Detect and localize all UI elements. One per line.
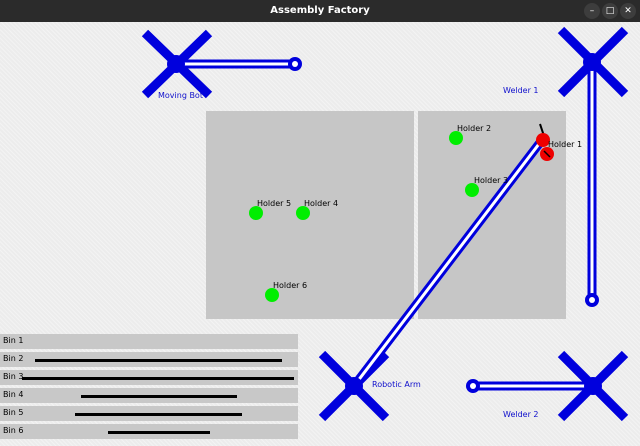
holder-5-label: Holder 5 <box>257 199 291 208</box>
maximize-button[interactable]: □ <box>602 3 618 19</box>
bin-3-part <box>22 377 294 380</box>
bin-6-label: Bin 6 <box>3 426 24 435</box>
holder-2-label: Holder 2 <box>457 124 491 133</box>
window-title: Assembly Factory <box>270 5 370 16</box>
bin-5[interactable]: Bin 5 <box>0 406 298 421</box>
factory-canvas: Moving Bot Welder 1 Robotic Arm Welder 2… <box>0 22 640 446</box>
minimize-button[interactable]: – <box>584 3 600 19</box>
bin-3-label: Bin 3 <box>3 372 24 381</box>
bin-5-label: Bin 5 <box>3 408 24 417</box>
holder-4-label: Holder 4 <box>304 199 338 208</box>
work-table-left <box>206 111 414 319</box>
welder-1 <box>557 26 629 307</box>
bin-6-part <box>108 431 210 434</box>
bin-2-label: Bin 2 <box>3 354 24 363</box>
robotic-arm-label: Robotic Arm <box>372 380 421 389</box>
holder-1-label: Holder 1 <box>548 140 582 149</box>
bin-1-label: Bin 1 <box>3 336 24 345</box>
bin-1[interactable]: Bin 1 <box>0 334 298 349</box>
welder-1-label: Welder 1 <box>503 86 539 95</box>
close-button[interactable]: ✕ <box>620 3 636 19</box>
welder-2-label: Welder 2 <box>503 410 539 419</box>
bin-5-part <box>75 413 242 416</box>
bin-3[interactable]: Bin 3 <box>0 370 298 385</box>
holder-3-label: Holder 3 <box>474 176 508 185</box>
welder-2 <box>466 350 629 422</box>
bin-2-part <box>35 359 282 362</box>
moving-bot <box>141 29 302 99</box>
window-titlebar: Assembly Factory – □ ✕ <box>0 0 640 22</box>
bin-6[interactable]: Bin 6 <box>0 424 298 439</box>
bin-4[interactable]: Bin 4 <box>0 388 298 403</box>
moving-bot-label: Moving Bot <box>158 91 203 100</box>
bin-4-label: Bin 4 <box>3 390 24 399</box>
bin-4-part <box>81 395 237 398</box>
holder-6-label: Holder 6 <box>273 281 307 290</box>
bin-2[interactable]: Bin 2 <box>0 352 298 367</box>
